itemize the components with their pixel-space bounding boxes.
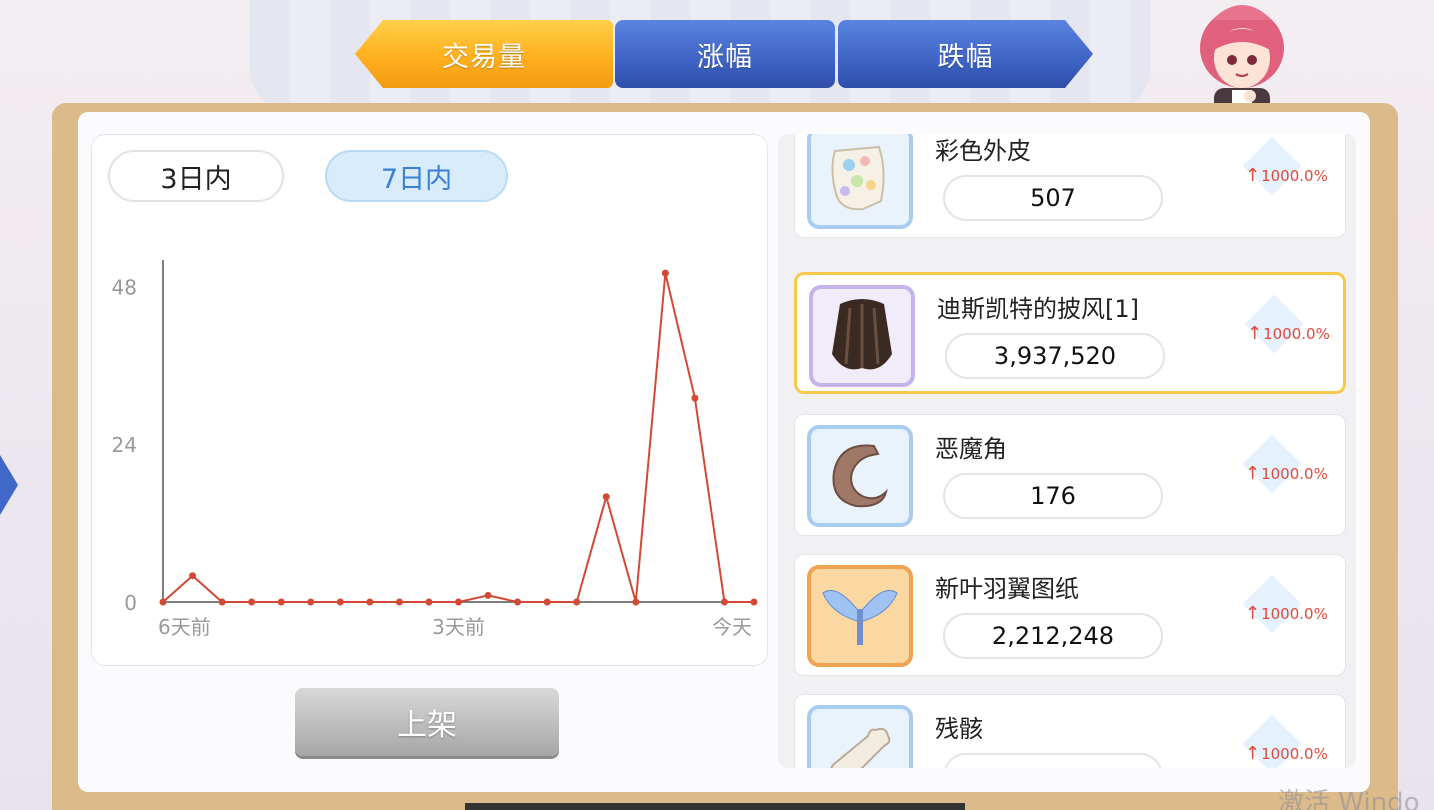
list-item-button[interactable]: 上架: [295, 688, 559, 756]
colorful-skin-icon: [807, 134, 913, 229]
tab-fall[interactable]: 跌幅: [838, 20, 1093, 88]
three-day-button[interactable]: 3日内: [108, 150, 284, 202]
change-indicator: ↑ 1000.0%: [1245, 603, 1328, 624]
item-name: 残骸: [935, 715, 983, 743]
activation-watermark: 激活 Windo: [1278, 788, 1420, 810]
arrow-up-icon: ↑: [1245, 603, 1261, 624]
item-price: [943, 753, 1163, 768]
demon-horn-icon: [807, 425, 913, 527]
tab-rise[interactable]: 涨幅: [615, 20, 835, 88]
list-item[interactable]: 彩色外皮 507 ↑ 1000.0%: [794, 134, 1346, 238]
item-price: 2,212,248: [943, 613, 1163, 659]
arrow-up-icon: ↑: [1245, 165, 1261, 186]
tab-fall-label: 跌幅: [937, 41, 994, 73]
item-name: 新叶羽翼图纸: [935, 575, 1079, 603]
arrow-up-icon: ↑: [1245, 743, 1261, 764]
wing-blueprint-icon: [807, 565, 913, 667]
change-value: 1000.0%: [1261, 604, 1328, 623]
left-nav-arrow[interactable]: [0, 455, 18, 515]
list-item-button-label: 上架: [397, 708, 457, 743]
item-price: 176: [943, 473, 1163, 519]
change-indicator: ↑ 1000.0%: [1245, 743, 1328, 764]
list-item[interactable]: 迪斯凯特的披风[1] 3,937,520 ↑ 1000.0%: [794, 272, 1346, 394]
change-indicator: ↑ 1000.0%: [1245, 165, 1328, 186]
seven-day-button[interactable]: 7日内: [325, 150, 508, 202]
tab-volume[interactable]: 交易量: [355, 20, 613, 88]
change-indicator: ↑ 1000.0%: [1247, 323, 1330, 344]
change-value: 1000.0%: [1263, 324, 1330, 343]
item-name: 彩色外皮: [935, 137, 1031, 165]
item-price: 3,937,520: [945, 333, 1165, 379]
item-list[interactable]: 彩色外皮 507 ↑ 1000.0% 迪斯凯特的披风[1] 3,937,520 ↑…: [778, 134, 1356, 768]
change-value: 1000.0%: [1261, 166, 1328, 185]
item-name: 迪斯凯特的披风[1]: [937, 295, 1139, 323]
item-price: 507: [943, 175, 1163, 221]
change-value: 1000.0%: [1261, 464, 1328, 483]
tab-volume-label: 交易量: [442, 41, 526, 73]
arrow-up-icon: ↑: [1245, 463, 1261, 484]
change-indicator: ↑ 1000.0%: [1245, 463, 1328, 484]
arrow-up-icon: ↑: [1247, 323, 1263, 344]
list-item[interactable]: 新叶羽翼图纸 2,212,248 ↑ 1000.0%: [794, 554, 1346, 676]
item-name: 恶魔角: [935, 435, 1007, 463]
cape-icon: [809, 285, 915, 387]
bottom-bar: [465, 803, 965, 810]
bone-icon: [807, 705, 913, 768]
chart-panel: [91, 134, 768, 666]
tab-rise-label: 涨幅: [697, 41, 753, 73]
change-value: 1000.0%: [1261, 744, 1328, 763]
list-item[interactable]: 恶魔角 176 ↑ 1000.0%: [794, 414, 1346, 536]
list-item[interactable]: 残骸 ↑ 1000.0%: [794, 694, 1346, 768]
